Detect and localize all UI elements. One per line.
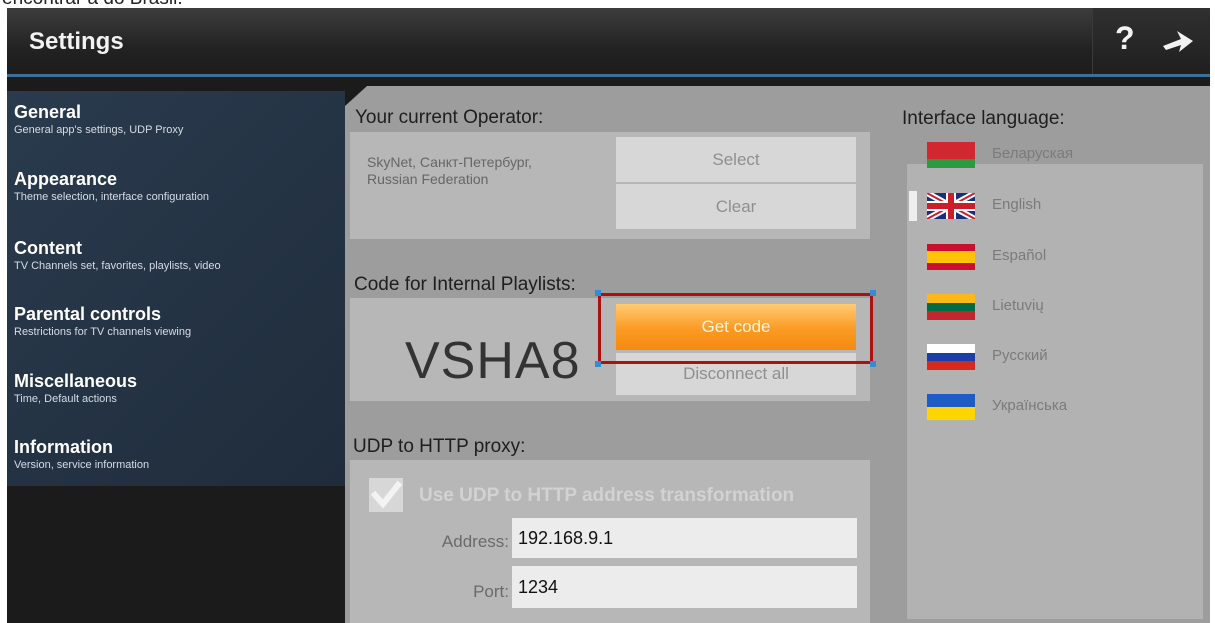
sidebar-item-title: Miscellaneous <box>14 371 138 391</box>
sidebar-item-parental-controls[interactable]: Parental controls Restrictions for TV ch… <box>14 303 191 340</box>
title-bar: Settings ? <box>7 8 1210 76</box>
language-name: Українська <box>992 397 1068 414</box>
disconnect-all-button[interactable]: Disconnect all <box>616 353 856 395</box>
sidebar-item-title: Information <box>14 437 113 457</box>
sidebar-item-title: Appearance <box>14 169 118 189</box>
selected-indicator <box>909 191 917 221</box>
language-item-russian[interactable]: Русский <box>924 339 1194 375</box>
sidebar-item-content[interactable]: Content TV Channels set, favorites, play… <box>14 237 221 274</box>
udp-transform-checkbox[interactable] <box>369 478 403 512</box>
language-name: Беларуская <box>992 145 1074 162</box>
title-actions: ? <box>1092 8 1210 74</box>
belarus-flag-icon <box>927 142 975 168</box>
sidebar-item-general[interactable]: General General app's settings, UDP Prox… <box>14 101 183 138</box>
clear-operator-button[interactable]: Clear <box>616 184 856 229</box>
select-operator-button[interactable]: Select <box>616 137 856 182</box>
sidebar-item-appearance[interactable]: Appearance Theme selection, interface co… <box>14 168 209 205</box>
port-input[interactable] <box>512 566 857 608</box>
udp-transform-label[interactable]: Use UDP to HTTP address transformation <box>419 485 794 507</box>
sidebar-item-miscellaneous[interactable]: Miscellaneous Time, Default actions <box>14 370 137 407</box>
title-accent-line <box>7 74 1210 77</box>
sidebar-item-subtitle: Time, Default actions <box>14 393 117 405</box>
sidebar-item-subtitle: Theme selection, interface configuration <box>14 191 210 203</box>
sidebar-item-subtitle: Restrictions for TV channels viewing <box>14 326 192 338</box>
checkmark-icon <box>370 480 403 509</box>
sidebar-item-subtitle: Version, service information <box>14 459 150 471</box>
caption-text: encontrar a do Brasil: <box>2 0 183 8</box>
language-item-belarusian[interactable]: Беларуская <box>924 137 1194 173</box>
caption-fragment: encontrar a do Brasil: <box>0 0 1215 8</box>
page-title: Settings <box>29 28 124 55</box>
language-item-spanish[interactable]: Español <box>924 239 1194 275</box>
language-item-english[interactable]: English <box>909 188 1194 224</box>
operator-value: SkyNet, Санкт-Петербург, Russian Federat… <box>367 154 617 188</box>
playlist-code-section-label: Code for Internal Playlists: <box>354 274 576 295</box>
language-item-lithuanian[interactable]: Lietuvių <box>924 289 1194 325</box>
sidebar-item-subtitle: TV Channels set, favorites, playlists, v… <box>14 260 221 272</box>
help-question-icon[interactable]: ? <box>1115 20 1135 57</box>
language-name: Español <box>992 247 1047 264</box>
spain-flag-icon <box>927 244 975 270</box>
language-name: Русский <box>992 347 1048 364</box>
language-item-ukrainian[interactable]: Українська <box>924 389 1194 425</box>
sidebar-item-information[interactable]: Information Version, service information <box>14 436 149 473</box>
port-label: Port: <box>473 582 509 601</box>
uk-flag-icon <box>927 193 975 219</box>
operator-value-line1: SkyNet, Санкт-Петербург, <box>367 154 532 170</box>
language-name: English <box>992 196 1042 213</box>
language-name: Lietuvių <box>992 297 1044 314</box>
ukraine-flag-icon <box>927 394 975 420</box>
sidebar-item-title: Content <box>14 238 82 258</box>
forward-arrow-icon[interactable] <box>1161 26 1195 56</box>
udp-proxy-section-label: UDP to HTTP proxy: <box>353 436 526 457</box>
operator-value-line2: Russian Federation <box>367 171 489 187</box>
get-code-button[interactable]: Get code <box>616 304 856 350</box>
operator-section-label: Your current Operator: <box>355 107 544 128</box>
russia-flag-icon <box>927 344 975 370</box>
playlist-code-value: VSHA8 <box>405 332 581 390</box>
sidebar-item-title: Parental controls <box>14 304 162 324</box>
settings-sidebar: General General app's settings, UDP Prox… <box>7 91 345 486</box>
sidebar-item-title: General <box>14 102 82 122</box>
language-section-label: Interface language: <box>902 108 1065 129</box>
sidebar-item-subtitle: General app's settings, UDP Proxy <box>14 124 184 136</box>
address-label: Address: <box>441 532 509 551</box>
settings-window: Settings ? General General app's setting… <box>7 8 1210 623</box>
address-input[interactable] <box>512 518 857 558</box>
lithuania-flag-icon <box>927 294 975 320</box>
